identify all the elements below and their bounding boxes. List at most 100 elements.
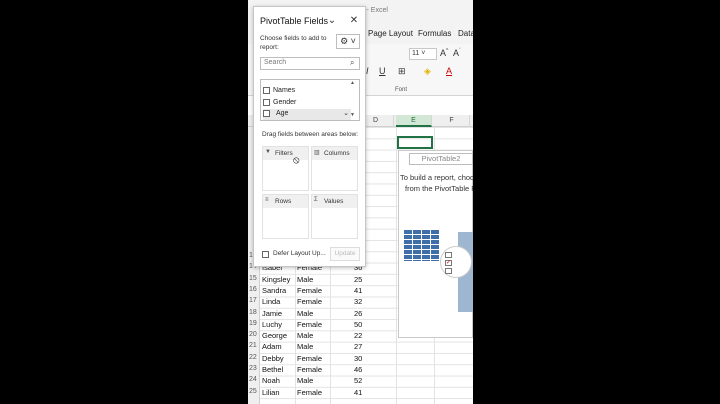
cell-gender[interactable]: Male [297,376,313,385]
field-checkbox[interactable] [263,87,270,94]
cell-gender[interactable]: Female [297,286,322,295]
row-number: 20 [249,331,257,339]
column-header-e[interactable]: E [396,115,432,127]
sigma-icon: Σ [314,197,318,203]
italic-icon[interactable]: I [366,66,369,76]
pivot-instruction-line2: from the PivotTable Fi [405,184,473,193]
cell-name[interactable]: Debby [262,354,284,363]
row-number: 22 [249,353,257,361]
cell-age[interactable]: 30 [354,354,362,363]
font-color-icon[interactable]: A [446,66,452,76]
font-size-select[interactable]: 11 ˅ [409,48,437,60]
field-checkbox[interactable] [263,99,270,106]
cell-age[interactable]: 25 [354,275,362,284]
pivot-table-illustration-icon [403,229,439,261]
cell-name[interactable]: Sandra [262,286,286,295]
field-search-input[interactable]: Search [260,57,360,70]
cell-gender[interactable]: Female [297,388,322,397]
cell-name[interactable]: Lilian [262,388,280,397]
chevron-down-icon[interactable]: ⌄ [343,109,349,117]
tab-formulas[interactable]: Formulas [418,29,451,38]
cell-name[interactable]: Luchy [262,320,282,329]
scroll-up-icon[interactable]: ▲ [350,80,355,86]
field-label: Age [276,110,289,117]
cell-age[interactable]: 27 [354,342,362,351]
field-label: Names [273,87,296,94]
increase-font-icon[interactable]: A^ [440,48,448,58]
cell-name[interactable]: Adam [262,342,282,351]
font-size-value: 11 [412,50,420,57]
cell-name[interactable]: Jamie [262,309,282,318]
table-row[interactable]: 21 Adam Male 27 [248,341,473,352]
cell-name[interactable]: Linda [262,297,280,306]
table-row[interactable]: 24 Noah Male 52 [248,375,473,386]
close-icon[interactable]: ✕ [348,15,360,26]
cell-age[interactable]: 46 [354,365,362,374]
row-number: 24 [249,376,257,384]
row-number: 23 [249,365,257,372]
field-item-age[interactable]: Age ⌄ [263,109,351,120]
cell-gender[interactable]: Female [297,365,322,374]
pane-title: PivotTable Fields [260,16,329,26]
decrease-font-icon[interactable]: Aˇ [453,48,461,58]
column-header-f[interactable]: F [434,115,470,127]
columns-icon: ▥ [314,150,320,156]
underline-icon[interactable]: U [379,66,386,76]
pivottable-fields-pane: PivotTable Fields ⌄ ✕ Choose fields to a… [253,6,366,267]
active-cell[interactable] [397,136,433,149]
table-row[interactable]: 22 Debby Female 30 [248,353,473,364]
cell-age[interactable]: 32 [354,297,362,306]
cell-age[interactable]: 52 [354,376,362,385]
row-number: 19 [249,319,257,327]
cell-gender[interactable]: Male [297,309,313,318]
cell-gender[interactable]: Male [297,342,313,351]
cell-name[interactable]: George [262,331,287,340]
table-row[interactable]: 23 Bethel Female 46 [248,364,473,375]
cell-age[interactable]: 41 [354,286,362,295]
rows-area-label: ≡ Rows [263,195,308,208]
rows-area[interactable]: ≡ Rows [262,194,309,239]
field-list-scrollbar[interactable] [359,92,360,112]
cell-age[interactable]: 26 [354,309,362,318]
field-item-gender[interactable]: Gender [263,98,351,109]
table-row[interactable]: 25 Lilian Female 41 [248,387,473,398]
filters-area[interactable]: ▼ Filters [262,146,309,191]
tab-page-layout[interactable]: Page Layout [368,29,413,38]
cell-age[interactable]: 41 [354,388,362,397]
scroll-down-icon[interactable]: ▼ [350,112,355,118]
field-item-names[interactable]: Names [263,86,351,97]
cell-age[interactable]: 22 [354,331,362,340]
field-label: Gender [273,99,297,106]
filter-icon: ▼ [265,149,271,155]
cell-name[interactable]: Bethel [262,365,283,374]
cell-gender[interactable]: Female [297,320,322,329]
cell-gender[interactable]: Female [297,297,322,306]
gear-icon: ⚙ [340,36,349,46]
cell-gender[interactable]: Female [297,354,322,363]
cell-gender[interactable]: Male [297,331,313,340]
cell-age[interactable]: 50 [354,320,362,329]
row-number: 21 [249,342,257,350]
defer-layout-checkbox[interactable] [262,251,269,258]
field-checklist-illustration-icon: ✓ [440,246,472,278]
field-list: Names Gender Age ⌄ [260,79,360,121]
pane-instruction: Choose fields to add to report: [260,35,327,51]
settings-button[interactable]: ⚙ ˅ [336,34,360,49]
drag-instruction: Drag fields between areas below: [262,131,359,138]
fill-color-icon[interactable]: ◈ [424,66,431,77]
no-drop-cursor-icon: ⦸ [293,155,300,166]
columns-area[interactable]: ▥ Columns [311,146,358,191]
defer-layout-label: Defer Layout Up... [273,250,326,257]
chevron-down-icon[interactable]: ⌄ [326,15,338,26]
values-area[interactable]: Σ Values [311,194,358,239]
field-checkbox[interactable] [263,110,270,117]
borders-icon[interactable]: ⊞ [398,66,406,77]
update-button[interactable]: Update [330,247,360,261]
values-area-label: Σ Values [312,195,357,208]
cell-name[interactable]: Kingsley [262,275,290,284]
cell-gender[interactable]: Male [297,275,313,284]
filters-area-label: ▼ Filters [263,147,308,160]
cell-name[interactable]: Noah [262,376,280,385]
tab-data[interactable]: Data [458,29,473,38]
row-number: 17 [249,297,257,305]
